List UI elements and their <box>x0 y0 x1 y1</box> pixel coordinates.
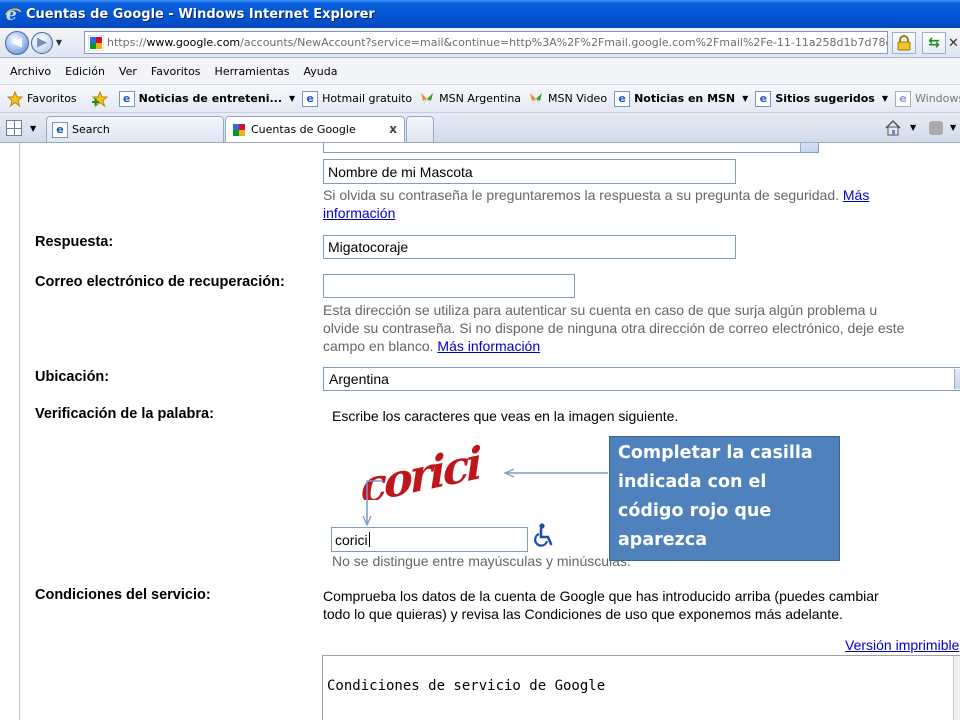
menu-ayuda[interactable]: Ayuda <box>303 65 337 78</box>
captcha-word: corici <box>362 437 482 500</box>
fav-msn-argentina[interactable]: MSN Argentina <box>419 91 521 107</box>
security-more-info-link-2[interactable]: información <box>323 205 395 221</box>
terms-description: Comprueba los datos de la cuenta de Goog… <box>323 588 879 622</box>
wheelchair-accessibility-icon[interactable] <box>533 523 555 549</box>
menu-bar: Archivo Edición Ver Favoritos Herramient… <box>0 58 960 85</box>
refresh-button[interactable]: ⇆ <box>922 32 946 54</box>
fav-msn-video[interactable]: MSN Video <box>528 91 607 107</box>
page-left-border <box>19 143 20 720</box>
tab-bar: ▼ e Search Cuentas de Google x ▼ ▼ <box>0 113 960 143</box>
refresh-icon: ⇆ <box>928 35 940 51</box>
fav-windows-live-hotmail[interactable]: e Windows Live Hotmail▼ <box>895 90 960 107</box>
menu-herramientas[interactable]: Herramientas <box>215 65 290 78</box>
answer-input[interactable]: Migatocoraje <box>323 235 736 259</box>
chevron-down-icon[interactable] <box>800 143 818 152</box>
svg-text:e: e <box>6 5 17 23</box>
tab-list-chevron-icon[interactable]: ▼ <box>30 124 36 133</box>
favorites-bar: Favoritos e Noticias de entreteni... ▼ e … <box>0 85 960 113</box>
terms-label: Condiciones del servicio: <box>35 587 211 603</box>
add-favorite-button[interactable] <box>91 90 112 107</box>
security-question-custom-field[interactable]: Nombre de mi Mascota <box>323 159 736 184</box>
terms-scrollbar[interactable] <box>953 656 960 720</box>
page-content: Nombre de mi Mascota Si olvida su contra… <box>0 143 960 720</box>
answer-label: Respuesta: <box>35 234 114 250</box>
menu-edicion[interactable]: Edición <box>65 65 105 78</box>
quick-tabs-button[interactable]: ▼ <box>6 118 44 138</box>
ie-page-icon: e <box>52 121 68 138</box>
captcha-input[interactable]: corici <box>331 527 528 552</box>
security-help-text: Si olvida su contraseña le preguntaremos… <box>323 187 870 221</box>
ie-page-icon: e <box>895 90 912 107</box>
ie-page-icon: e <box>614 90 631 107</box>
menu-ver[interactable]: Ver <box>119 65 137 78</box>
recovery-help-text: Esta dirección se utiliza para autentica… <box>323 302 905 354</box>
internet-explorer-icon: e <box>5 5 21 23</box>
forward-button[interactable]: ▶ <box>31 31 53 54</box>
instruction-callout: Completar la casilla indicada con el cód… <box>609 436 840 561</box>
printable-version-link[interactable]: Versión imprimible <box>845 637 959 653</box>
recovery-more-info-link[interactable]: Más información <box>437 338 540 354</box>
location-select[interactable]: Argentina <box>323 367 960 391</box>
recovery-email-label: Correo electrónico de recuperación: <box>35 274 285 290</box>
terms-box-title: Condiciones de servicio de Google <box>327 678 606 694</box>
captcha-instruction: Escribe los caracteres que veas en la im… <box>332 408 679 424</box>
chevron-down-icon: ▼ <box>742 94 749 103</box>
chevron-down-icon: ▼ <box>289 94 296 103</box>
add-favorite-star-icon <box>91 90 108 107</box>
menu-favoritos[interactable]: Favoritos <box>151 65 201 78</box>
forward-arrow-icon: ▶ <box>37 35 47 50</box>
lock-icon <box>897 35 911 51</box>
new-tab-button[interactable] <box>406 116 434 142</box>
home-icon[interactable] <box>884 119 902 137</box>
stop-button[interactable]: ✕ <box>948 32 960 54</box>
address-input[interactable]: https://www.google.com/accounts/NewAccou… <box>84 31 888 54</box>
security-more-info-link[interactable]: Más <box>843 187 869 203</box>
chevron-down-icon[interactable] <box>954 369 960 389</box>
tab-cuentas-de-google[interactable]: Cuentas de Google x <box>225 116 405 142</box>
quick-tabs-grid-icon <box>6 120 22 136</box>
security-question-select[interactable] <box>323 143 819 153</box>
ie-page-icon: e <box>118 90 135 107</box>
security-lock-button[interactable] <box>892 32 916 54</box>
menu-archivo[interactable]: Archivo <box>10 65 51 78</box>
home-dropdown-chevron-icon[interactable]: ▼ <box>910 123 916 132</box>
case-insensitive-note: No se distingue entre mayúsculas y minús… <box>332 553 631 569</box>
fav-noticias-entretenimiento[interactable]: e Noticias de entreteni... ▼ <box>118 90 296 107</box>
tab-search[interactable]: e Search <box>46 116 224 142</box>
terms-textarea[interactable]: Condiciones de servicio de Google <box>322 655 960 720</box>
feeds-icon[interactable] <box>929 121 943 135</box>
window-titlebar: e Cuentas de Google - Windows Internet E… <box>0 0 960 28</box>
close-tab-icon[interactable]: x <box>389 122 397 136</box>
address-url: https://www.google.com/accounts/NewAccou… <box>107 36 887 49</box>
back-button[interactable]: ◀ <box>5 30 29 55</box>
fav-noticias-en-msn[interactable]: e Noticias en MSN ▼ <box>614 90 749 107</box>
feeds-dropdown-chevron-icon[interactable]: ▼ <box>950 123 956 132</box>
captcha-image: corici <box>362 437 482 500</box>
msn-butterfly-icon <box>530 92 543 105</box>
msn-butterfly-icon <box>421 92 434 105</box>
favorites-star-icon <box>7 90 23 107</box>
ie-page-icon: e <box>755 90 772 107</box>
fav-hotmail-gratuito[interactable]: e Hotmail gratuito <box>302 90 412 107</box>
favorites-button[interactable]: Favoritos <box>7 90 77 107</box>
google-favicon-icon <box>88 34 104 51</box>
history-dropdown-button[interactable]: ▼ <box>53 32 65 54</box>
recovery-email-input[interactable] <box>323 274 575 298</box>
back-arrow-icon: ◀ <box>12 35 22 50</box>
word-verification-label: Verificación de la palabra: <box>35 406 214 422</box>
chevron-down-icon: ▼ <box>881 94 889 103</box>
text-cursor <box>368 532 370 547</box>
location-selected-value: Argentina <box>329 371 389 387</box>
location-label: Ubicación: <box>35 369 110 385</box>
address-toolbar: ◀ ▶ ▼ https://www.google.com/accounts/Ne… <box>0 28 960 58</box>
window-title: Cuentas de Google - Windows Internet Exp… <box>26 6 375 22</box>
google-favicon-icon <box>233 123 245 136</box>
stop-icon: ✕ <box>948 35 959 51</box>
ie-page-icon: e <box>302 90 319 107</box>
fav-sitios-sugeridos[interactable]: e Sitios sugeridos ▼ <box>755 90 889 107</box>
